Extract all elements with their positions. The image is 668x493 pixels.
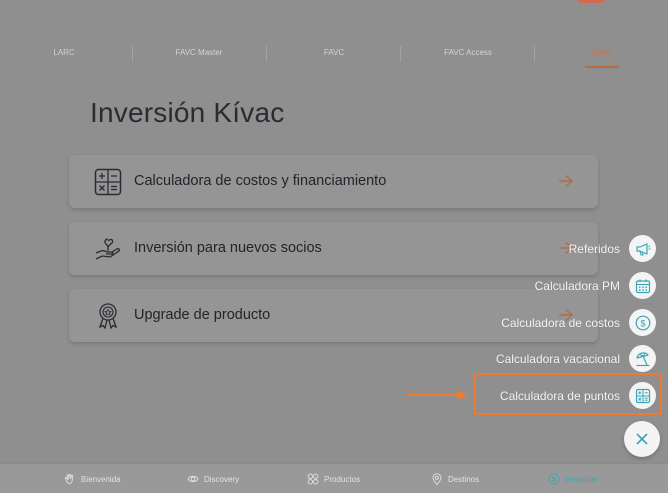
nav-productos[interactable]: Productos bbox=[307, 464, 360, 493]
highlight-box bbox=[474, 373, 662, 415]
fab-calculadora-costos[interactable]: Calculadora de costos $ bbox=[470, 307, 660, 339]
tab-divider bbox=[266, 46, 267, 62]
hand-wave-icon bbox=[64, 473, 74, 485]
tab-favc-master[interactable]: FAVC Master bbox=[148, 38, 250, 68]
tab-favc-access[interactable]: FAVC Access bbox=[417, 38, 519, 68]
location-pin-icon bbox=[432, 473, 442, 485]
beach-umbrella-icon[interactable] bbox=[629, 345, 656, 372]
tab-favc[interactable]: FAVC bbox=[283, 38, 385, 68]
nav-inversion[interactable]: $ Inversión bbox=[548, 464, 597, 493]
close-fab-button[interactable] bbox=[624, 421, 660, 457]
tab-kivac[interactable]: Kívac bbox=[551, 38, 653, 68]
calculator-icon bbox=[94, 168, 122, 196]
active-tab-indicator bbox=[585, 66, 619, 68]
close-icon bbox=[636, 433, 648, 445]
fab-calculadora-pm[interactable]: Calculadora PM bbox=[470, 270, 660, 302]
plant-hand-icon bbox=[95, 238, 121, 260]
fab-label: Calculadora PM bbox=[534, 279, 620, 293]
dollar-circle-icon: $ bbox=[548, 473, 560, 485]
status-right-text: ··· · bbox=[622, 0, 638, 3]
arrow-right-icon bbox=[559, 175, 573, 187]
calendar-icon[interactable] bbox=[629, 272, 656, 299]
tab-divider bbox=[132, 46, 133, 62]
svg-text:$: $ bbox=[552, 477, 556, 484]
megaphone-icon[interactable] bbox=[629, 235, 656, 262]
brand-tabs: LARC FAVC Master FAVC FAVC Access Kívac bbox=[0, 38, 668, 68]
fab-referidos[interactable]: Referidos bbox=[470, 233, 660, 265]
fab-label: Calculadora vacacional bbox=[495, 352, 620, 366]
award-ribbon-icon bbox=[98, 303, 118, 330]
nav-label: Destinos bbox=[448, 474, 480, 484]
nav-destinos[interactable]: Destinos bbox=[431, 464, 479, 493]
nav-label: Discovery bbox=[204, 474, 240, 484]
nav-label: Inversión bbox=[565, 474, 598, 484]
dollar-coin-icon[interactable]: $ bbox=[629, 309, 656, 336]
status-bar: ··· ···· · ··· · bbox=[0, 0, 668, 6]
annotation-arrow-icon bbox=[406, 390, 467, 400]
grid-icon bbox=[307, 473, 319, 485]
fab-label: Referidos bbox=[568, 242, 620, 256]
nav-label: Productos bbox=[324, 474, 361, 484]
fab-calculadora-vacacional[interactable]: Calculadora vacacional bbox=[470, 343, 660, 375]
nav-discovery[interactable]: Discovery bbox=[187, 464, 239, 493]
card-calculadora-costos[interactable]: Calculadora de costos y financiamiento bbox=[69, 155, 598, 208]
card-label: Upgrade de producto bbox=[134, 307, 271, 323]
tab-divider bbox=[534, 46, 535, 62]
page-title: Inversión Kívac bbox=[90, 97, 285, 128]
fab-label: Calculadora de costos bbox=[501, 316, 620, 330]
nav-bienvenida[interactable]: Bienvenida bbox=[64, 464, 121, 493]
card-label: Inversión para nuevos socios bbox=[134, 240, 322, 256]
status-left-text: ··· ···· · bbox=[4, 0, 36, 3]
bottom-nav: Bienvenida Discovery Productos Destinos … bbox=[0, 463, 668, 493]
tab-divider bbox=[400, 46, 401, 62]
battery-pill bbox=[577, 0, 605, 3]
nav-label: Bienvenida bbox=[81, 474, 121, 484]
eye-icon bbox=[187, 475, 199, 483]
tab-larc[interactable]: LARC bbox=[14, 38, 114, 68]
card-label: Calculadora de costos y financiamiento bbox=[134, 173, 387, 189]
svg-text:$: $ bbox=[640, 318, 645, 328]
